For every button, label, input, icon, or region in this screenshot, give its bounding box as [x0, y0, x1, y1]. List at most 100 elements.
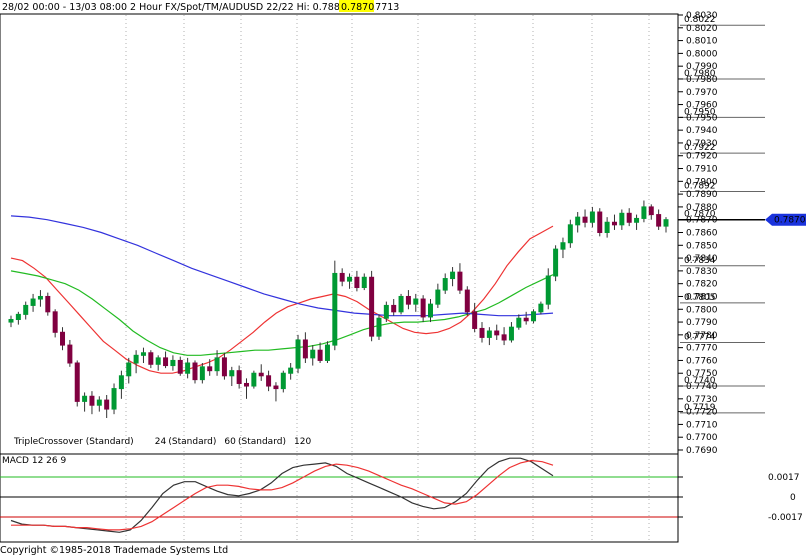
macd-axis: 0.0017 0 -0.0017	[677, 454, 803, 542]
macd-tick-label: -0.0017	[768, 513, 803, 523]
candle-body	[221, 357, 227, 377]
price-tick-label: 0.8000	[686, 49, 718, 59]
last-price-tag-label: 0.7870	[774, 216, 806, 226]
legend-item: TripleCrossover (Standard)	[13, 437, 134, 447]
candle-body	[501, 334, 507, 341]
price-tick-label: 0.7940	[686, 126, 718, 136]
candle-body	[472, 311, 478, 329]
candle-body	[427, 303, 433, 318]
price-tick-label: 0.7820	[686, 280, 718, 290]
candle-body	[163, 357, 169, 367]
candle-body	[435, 289, 441, 305]
candle-body	[420, 298, 426, 318]
candle-body	[96, 399, 102, 406]
price-level-label: 0.7834	[684, 256, 716, 266]
candle-body	[486, 330, 492, 338]
candle-body	[8, 319, 14, 323]
legend-item: 24	[155, 437, 167, 447]
candle-body	[582, 216, 588, 223]
candle-body	[177, 359, 183, 374]
macd-panel[interactable]: MACD 12 26 9	[0, 453, 679, 543]
price-tick-label: 0.7710	[686, 420, 718, 430]
price-level-label: 0.7805	[684, 293, 716, 303]
chart-header: 28/02 00:00 - 13/03 08:00 2 Hour FX/Spot…	[2, 0, 399, 13]
price-tick-label: 0.7970	[686, 88, 718, 98]
candle-body	[207, 366, 213, 372]
candle-body	[52, 311, 58, 333]
legend-item: (Standard)	[238, 437, 286, 447]
legend-item: 120	[294, 437, 311, 447]
candle-body	[192, 362, 198, 381]
candle-body	[23, 304, 29, 315]
candle-body	[641, 206, 647, 219]
price-tick-label: 0.7850	[686, 241, 718, 251]
candle-body	[516, 317, 522, 328]
candle-body	[567, 224, 573, 244]
candle-body	[148, 352, 154, 365]
candle-body	[464, 289, 470, 313]
candle-body	[398, 295, 404, 313]
price-level-label: 0.7950	[684, 107, 716, 117]
copyright-text: Copyright ©1985-2018 Trademade Systems L…	[0, 545, 228, 556]
candle-body	[508, 326, 514, 341]
price-tick-label: 0.7770	[686, 344, 718, 354]
price-tick-label: 0.7790	[686, 318, 718, 328]
candle-body	[531, 311, 537, 322]
candle-body	[611, 221, 617, 226]
macd-title: MACD 12 26 9	[2, 456, 66, 466]
candle-body	[604, 221, 610, 234]
candle-body	[457, 271, 463, 291]
chart-canvas: 28/02 00:00 - 13/03 08:00 2 Hour FX/Spot…	[0, 0, 806, 556]
candle-body	[619, 212, 625, 226]
macd-tick-label: 0.0017	[768, 473, 800, 483]
candle-body	[656, 214, 662, 227]
price-tick-label: 0.7830	[686, 267, 718, 277]
price-tick-label: 0.7690	[686, 446, 718, 456]
candle-body	[479, 327, 485, 338]
candle-body	[538, 303, 544, 313]
legend-item: (Standard)	[168, 437, 216, 447]
candle-body	[295, 339, 301, 369]
candle-body	[626, 212, 632, 223]
candle-body	[133, 354, 139, 364]
price-level-label: 0.7980	[684, 69, 716, 79]
candle-body	[45, 295, 51, 313]
candle-body	[60, 331, 66, 346]
candle-body	[185, 362, 191, 374]
candle-body	[354, 276, 360, 289]
candle-body	[30, 298, 36, 306]
price-tick-label: 0.8020	[686, 24, 718, 34]
candle-body	[74, 362, 80, 402]
candle-body	[89, 395, 95, 406]
candle-body	[15, 313, 21, 321]
price-level-label: 0.8022	[684, 15, 716, 25]
candle-body	[324, 344, 330, 361]
candle-body	[280, 372, 286, 390]
candle-body	[155, 357, 161, 365]
candle-body	[302, 339, 308, 359]
price-tick-label: 0.7910	[686, 165, 718, 175]
candle-body	[553, 248, 559, 277]
candle-body	[67, 344, 73, 364]
candle-body	[545, 275, 551, 305]
candle-body	[575, 216, 581, 226]
candle-body	[560, 242, 566, 250]
candle-body	[251, 372, 257, 387]
price-tick-label: 0.7800	[686, 305, 718, 315]
candle-body	[118, 375, 124, 390]
legend-item: 60	[224, 437, 236, 447]
candle-body	[199, 366, 205, 381]
header-last-price: 0.7870	[341, 2, 374, 13]
candle-body	[347, 276, 353, 282]
price-tick-label: 0.8010	[686, 37, 718, 47]
candle-body	[634, 217, 640, 223]
candle-body	[310, 349, 316, 359]
candle-body	[450, 271, 456, 280]
candle-body	[597, 211, 603, 234]
candle-body	[82, 395, 88, 402]
price-panel[interactable]: TripleCrossover (Standard) 24 (Standard) 60…	[0, 13, 765, 456]
price-level-label: 0.7922	[684, 143, 716, 153]
price-tick-label: 0.7700	[686, 433, 718, 443]
candle-body	[413, 298, 419, 305]
candle-body	[266, 375, 272, 387]
